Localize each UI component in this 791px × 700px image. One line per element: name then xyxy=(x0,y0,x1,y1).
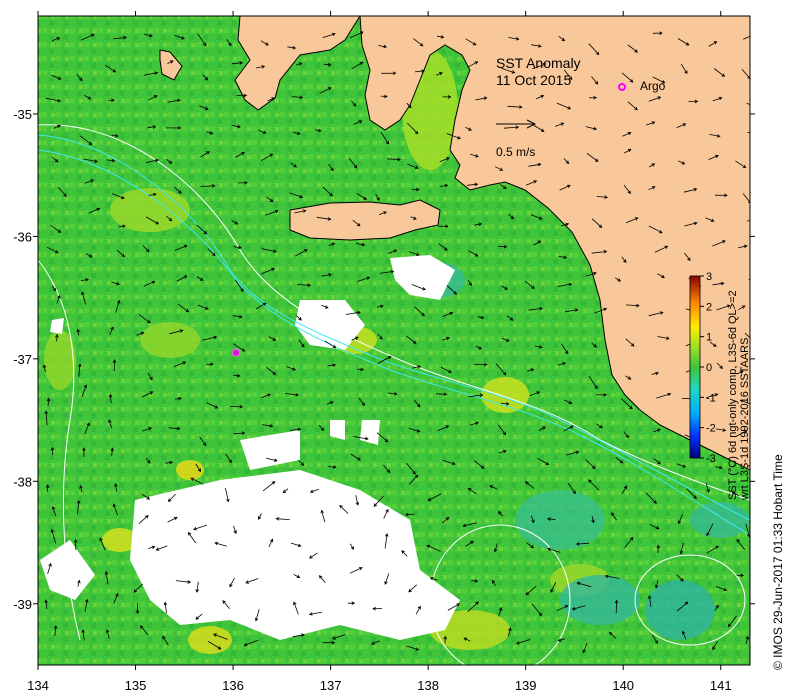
argo-legend-label: Argo xyxy=(640,79,666,93)
y-tick-label: -35 xyxy=(13,107,32,122)
x-tick-label: 134 xyxy=(27,678,49,693)
colorbar-caption-line2: wrt L3S-1d 1992-2016 SSTAARS xyxy=(739,338,751,501)
x-tick-label: 137 xyxy=(320,678,342,693)
colorbar-gradient xyxy=(689,275,701,459)
colorbar-tick-label: -1 xyxy=(706,392,716,404)
x-tick-label: 138 xyxy=(417,678,439,693)
colorbar-tick-label: 1 xyxy=(706,332,712,344)
velocity-scale-label: 0.5 m/s xyxy=(496,145,535,159)
x-tick-label: 139 xyxy=(515,678,537,693)
x-tick-label: 141 xyxy=(710,678,732,693)
y-tick-label: -39 xyxy=(13,597,32,612)
y-tick-label: -38 xyxy=(13,474,32,489)
colorbar-caption-line1: SST (°C) 6d ngt-only comp, L3S-6d QL>=2 xyxy=(727,290,739,500)
map-date: 11 Oct 2015 xyxy=(496,72,571,88)
x-tick-label: 136 xyxy=(222,678,244,693)
y-tick-label: -36 xyxy=(13,229,32,244)
credit-text: © IMOS 29-Jun-2017 01:33 Hobart Time xyxy=(771,454,785,670)
x-tick-label: 135 xyxy=(125,678,147,693)
map-title: SST Anomaly xyxy=(496,55,581,71)
colorbar-tick-label: 0 xyxy=(706,362,712,374)
colorbar-tick-label: -3 xyxy=(706,453,716,465)
y-tick-label: -37 xyxy=(13,352,32,367)
credit: © IMOS 29-Jun-2017 01:33 Hobart Time xyxy=(771,454,785,670)
colorbar-tick-label: -2 xyxy=(706,423,716,435)
colorbar-tick-label: 3 xyxy=(706,271,712,283)
x-tick-label: 140 xyxy=(612,678,634,693)
argo-float-marker xyxy=(231,348,240,357)
sst-anomaly-map: 134 135 136 137 138 139 140 141 -35 -36 -37 -38 -39… xyxy=(13,11,785,693)
colorbar-tick-label: 2 xyxy=(706,301,712,313)
